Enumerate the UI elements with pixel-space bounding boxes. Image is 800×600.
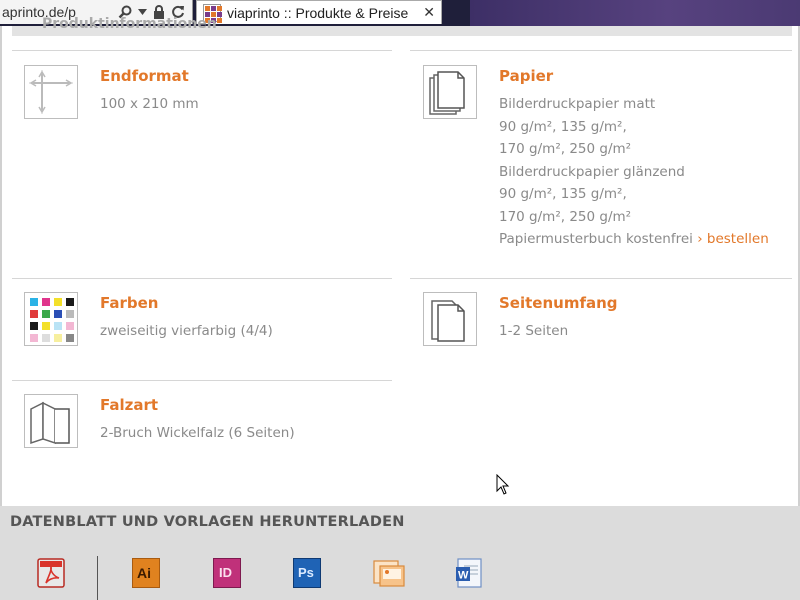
divider	[410, 278, 792, 279]
download-section-title: DATENBLATT UND VORLAGEN HERUNTERLADEN	[10, 514, 405, 530]
info-label: Endformat	[100, 67, 189, 85]
info-value: 2-Bruch Wickelfalz (6 Seiten)	[100, 422, 295, 445]
word-file-icon[interactable]: W	[455, 558, 483, 588]
info-label: Falzart	[100, 396, 159, 414]
image-file-icon[interactable]	[373, 558, 405, 588]
info-value-line: 2-Bruch Wickelfalz (6 Seiten)	[100, 425, 295, 441]
info-value-line: 170 g/m², 250 g/m²	[499, 141, 632, 157]
file-type-glyph: Ps	[298, 565, 314, 580]
section-header: Produktinformationen	[42, 16, 217, 32]
paper-stack-icon	[423, 65, 477, 119]
file-type-glyph: Ai	[137, 565, 151, 581]
divider	[97, 556, 98, 600]
photoshop-file-icon[interactable]: Ps	[293, 558, 321, 588]
mouse-cursor-icon	[496, 474, 510, 495]
info-value: 100 x 210 mm	[100, 93, 199, 116]
order-swatch-book-link[interactable]: › bestellen	[697, 231, 769, 247]
download-section: DATENBLATT UND VORLAGEN HERUNTERLADEN Ai…	[0, 506, 800, 600]
info-label: Seitenumfang	[499, 294, 618, 312]
swatch-book-line: Papiermusterbuch kostenfrei › bestellen	[499, 228, 769, 251]
browser-tab[interactable]: viaprinto :: Produkte & Preise ✕	[196, 0, 442, 24]
browser-titlebar	[470, 0, 800, 26]
divider	[410, 50, 792, 51]
product-info-page: Produktinformationen Endformat 100 x 210…	[0, 16, 800, 506]
format-dimensions-icon	[24, 65, 78, 119]
section-header-strip: Produktinformationen	[12, 16, 792, 36]
file-type-glyph: W	[458, 570, 469, 582]
color-grid-icon	[24, 292, 78, 346]
info-value: 1-2 Seiten	[499, 320, 568, 343]
illustrator-file-icon[interactable]: Ai	[132, 558, 160, 588]
info-value-line: 100 x 210 mm	[100, 96, 199, 112]
info-value-line: 170 g/m², 250 g/m²	[499, 208, 632, 225]
chevron-down-icon[interactable]	[138, 9, 147, 15]
info-label: Papier	[499, 67, 554, 85]
tab-title: viaprinto :: Produkte & Preise	[227, 4, 409, 21]
info-value: zweiseitig vierfarbig (4/4)	[100, 320, 273, 343]
info-label: Farben	[100, 294, 159, 312]
indesign-file-icon[interactable]: ID	[213, 558, 241, 588]
pdf-file-icon[interactable]	[37, 558, 65, 588]
fold-icon	[24, 394, 78, 448]
swatch-book-text: Papiermusterbuch kostenfrei	[499, 231, 693, 247]
info-value-line: Bilderdruckpapier matt	[499, 96, 656, 112]
divider	[12, 50, 392, 51]
close-icon[interactable]: ✕	[423, 4, 435, 21]
file-type-glyph: ID	[219, 565, 232, 580]
pages-icon	[423, 292, 477, 346]
info-value-line: Bilderdruckpapier glänzend	[499, 163, 685, 180]
info-value-line: 1-2 Seiten	[499, 323, 569, 339]
info-value: Bilderdruckpapier matt 90 g/m², 135 g/m²…	[499, 93, 769, 251]
info-value-line: 90 g/m², 135 g/m²,	[499, 186, 627, 202]
divider	[12, 278, 392, 279]
info-value-line: zweiseitig vierfarbig (4/4)	[100, 323, 273, 339]
info-value-line: 90 g/m², 135 g/m²,	[499, 118, 627, 135]
divider	[12, 380, 392, 381]
